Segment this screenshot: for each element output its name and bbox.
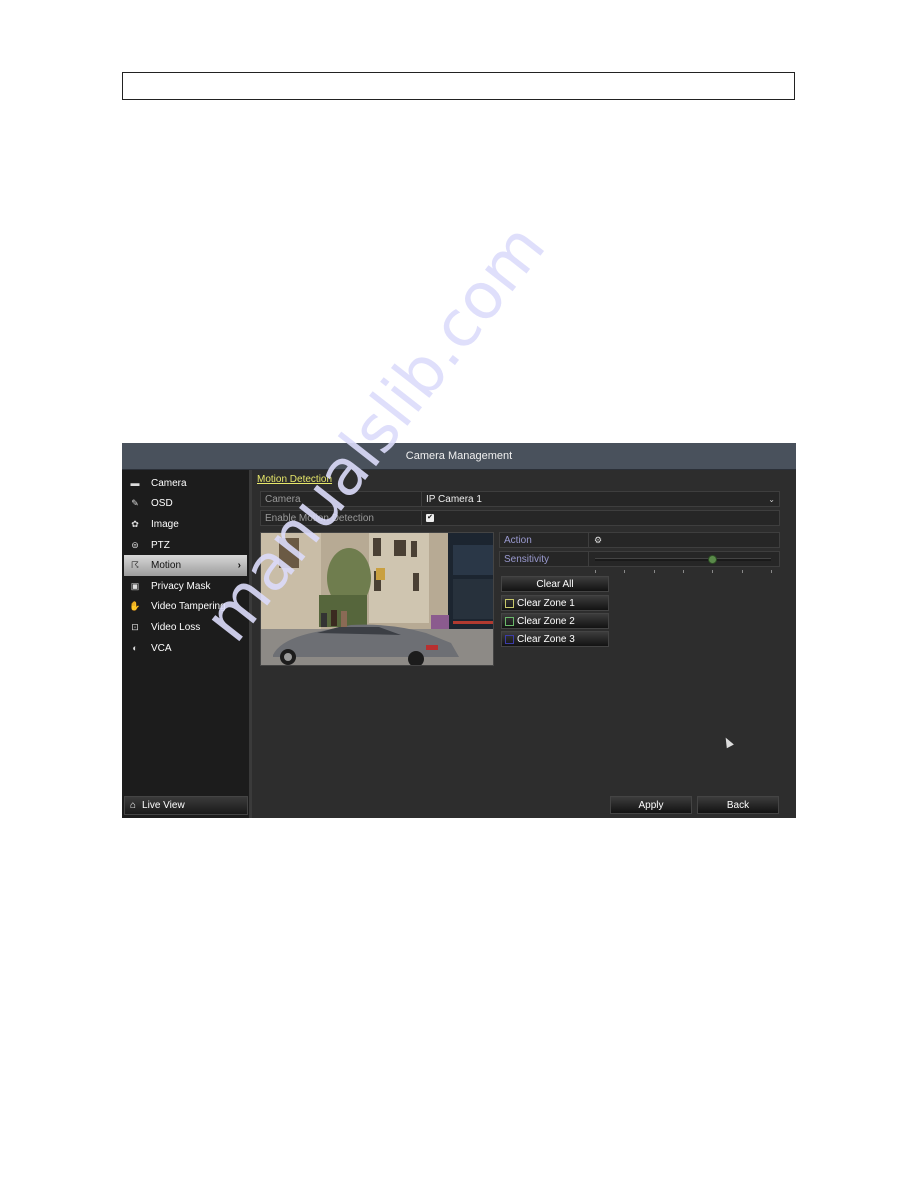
- sensitivity-row: Sensitivity: [499, 551, 780, 573]
- osd-icon: ✎: [131, 498, 139, 509]
- clear-zone-3-label: Clear Zone 3: [517, 633, 575, 645]
- enable-motion-checkbox[interactable]: ✔: [426, 514, 434, 522]
- clear-zone-2-button[interactable]: Clear Zone 2: [501, 613, 609, 629]
- window-title: Camera Management: [122, 443, 796, 470]
- sidebar-item-label: VCA: [151, 642, 172, 654]
- sidebar-item-label: PTZ: [151, 539, 170, 551]
- sidebar-item-label: Video Loss: [151, 621, 201, 633]
- chevron-down-icon: ⌄: [768, 494, 775, 504]
- action-settings-icon[interactable]: ⚙: [594, 535, 602, 546]
- clear-zone-3-button[interactable]: Clear Zone 3: [501, 631, 609, 647]
- camera-icon: ▬: [130, 478, 140, 489]
- apply-button[interactable]: Apply: [610, 796, 692, 814]
- zone-3-swatch: [505, 634, 514, 644]
- sidebar-item-osd[interactable]: ✎ OSD: [122, 494, 249, 515]
- camera-select-value: IP Camera 1: [426, 493, 482, 505]
- sidebar-item-ptz[interactable]: ⊜ PTZ: [122, 535, 249, 556]
- clear-zone-1-label: Clear Zone 1: [517, 597, 575, 609]
- clear-zone-2-label: Clear Zone 2: [517, 615, 575, 627]
- clear-all-label: Clear All: [536, 578, 574, 590]
- apply-label: Apply: [638, 799, 664, 811]
- slider-track[interactable]: [595, 555, 772, 573]
- home-icon: ⌂: [130, 800, 137, 811]
- slider-tick: [741, 570, 743, 573]
- sidebar-item-label: Image: [151, 518, 179, 530]
- sidebar-item-label: Motion: [151, 560, 182, 572]
- ptz-icon: ⊜: [131, 539, 139, 550]
- camera-select[interactable]: IP Camera 1 ⌄: [422, 492, 779, 506]
- zone-1-swatch: [505, 598, 514, 608]
- slider-thumb[interactable]: [708, 555, 718, 564]
- action-row: Action ⚙: [499, 532, 780, 548]
- privacy-mask-icon: ▣: [130, 580, 140, 591]
- page-header-box: [122, 72, 795, 100]
- vca-icon: ◐: [132, 643, 138, 654]
- live-view-label: Live View: [142, 800, 185, 811]
- slider-tick: [624, 570, 626, 573]
- sidebar-item-label: OSD: [151, 498, 173, 510]
- action-label: Action: [500, 533, 589, 547]
- sidebar: ▬ Camera ✎ OSD ✿ Image ⊜ PTZ ☈ Motion › …: [122, 470, 252, 818]
- sensitivity-label: Sensitivity: [500, 552, 589, 566]
- sensitivity-slider[interactable]: [589, 552, 779, 573]
- sidebar-item-label: Camera: [151, 477, 187, 489]
- sidebar-item-camera[interactable]: ▬ Camera: [122, 473, 249, 494]
- slider-tick: [683, 570, 684, 573]
- image-icon: ✿: [131, 518, 139, 529]
- sidebar-item-label: Privacy Mask: [151, 580, 211, 592]
- video-loss-icon: ⊡: [131, 621, 139, 632]
- slider-tick: [771, 570, 772, 573]
- zone-2-swatch: [505, 616, 514, 626]
- sidebar-item-image[interactable]: ✿ Image: [122, 514, 249, 535]
- motion-icon: ☈: [130, 560, 140, 571]
- slider-tick: [595, 570, 596, 573]
- back-label: Back: [726, 799, 750, 811]
- video-tampering-icon: ✋: [129, 601, 141, 612]
- clear-all-button[interactable]: Clear All: [501, 576, 609, 592]
- clear-zone-1-button[interactable]: Clear Zone 1: [501, 595, 609, 611]
- slider-tick: [712, 570, 714, 573]
- back-button[interactable]: Back: [697, 796, 779, 814]
- mouse-cursor-icon: [722, 735, 734, 749]
- live-view-button[interactable]: ⌂ Live View: [124, 796, 248, 815]
- slider-tick: [653, 570, 655, 573]
